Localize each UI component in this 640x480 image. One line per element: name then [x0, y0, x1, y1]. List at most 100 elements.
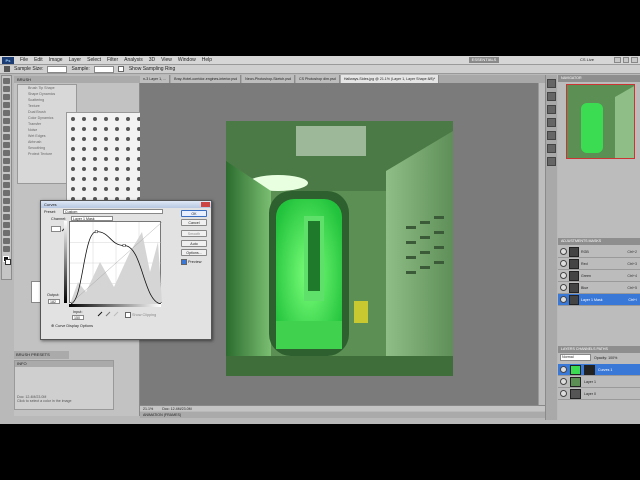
- brush-tip[interactable]: [126, 137, 130, 141]
- brush-tip[interactable]: [82, 127, 86, 131]
- gradient-tool-icon[interactable]: [3, 166, 10, 172]
- menu-item-view[interactable]: View: [161, 57, 172, 63]
- brush-tip[interactable]: [82, 137, 86, 141]
- brush-tip[interactable]: [71, 117, 75, 121]
- brush-tip[interactable]: [104, 137, 108, 141]
- brush-tip[interactable]: [126, 167, 130, 171]
- layer-row[interactable]: Layer 1: [558, 376, 640, 388]
- brush-tab[interactable]: BRUSH: [14, 76, 140, 83]
- brush-tip[interactable]: [104, 167, 108, 171]
- preset-select[interactable]: Custom: [63, 209, 163, 214]
- brush-tip[interactable]: [93, 167, 97, 171]
- curve-control-point[interactable]: [94, 230, 98, 234]
- visibility-eye-icon[interactable]: [560, 248, 567, 255]
- layer-row[interactable]: Layer 0: [558, 388, 640, 400]
- brush-tip[interactable]: [115, 147, 119, 151]
- gray-point-eyedropper-icon[interactable]: [105, 311, 111, 317]
- brush-tip[interactable]: [71, 167, 75, 171]
- document-tab[interactable]: n-3 Layer 1, ...: [140, 75, 171, 83]
- brush-tip-grid[interactable]: [66, 112, 151, 212]
- document-tab[interactable]: Hallways-Sides.jpg @ 21.1% (Layer 1, Lay…: [340, 75, 440, 83]
- brush-tip[interactable]: [126, 147, 130, 151]
- menu-item-layer[interactable]: Layer: [69, 57, 82, 63]
- brush-tip[interactable]: [115, 177, 119, 181]
- brush-tip[interactable]: [93, 137, 97, 141]
- color-panel-icon[interactable]: [547, 157, 556, 166]
- curve-tool-icon[interactable]: [51, 226, 61, 232]
- adjustments-tabs[interactable]: ADJUSTMENTS MASKS: [558, 238, 640, 245]
- clone-stamp-tool-icon[interactable]: [3, 142, 10, 148]
- menu-item-edit[interactable]: Edit: [34, 57, 43, 63]
- brush-tool-icon[interactable]: [3, 134, 10, 140]
- shape-tool-icon[interactable]: [3, 214, 10, 220]
- sample-select[interactable]: [93, 65, 114, 73]
- cs-live-button[interactable]: CS Live: [580, 57, 610, 63]
- menu-item-help[interactable]: Help: [202, 57, 212, 63]
- brush-tip[interactable]: [104, 157, 108, 161]
- visibility-eye-icon[interactable]: [560, 390, 567, 397]
- visibility-eye-icon[interactable]: [560, 260, 567, 267]
- move-tool-icon[interactable]: [3, 78, 10, 84]
- healing-tool-icon[interactable]: [3, 126, 10, 132]
- brush-tip[interactable]: [71, 147, 75, 151]
- marquee-tool-icon[interactable]: [3, 86, 10, 92]
- visibility-eye-icon[interactable]: [560, 296, 567, 303]
- layer-mask-thumbnail[interactable]: [584, 364, 595, 375]
- opacity-field[interactable]: Opacity: 100%: [594, 356, 617, 360]
- zoom-tool-icon[interactable]: [3, 246, 10, 252]
- auto-button[interactable]: Auto: [181, 240, 207, 247]
- brush-tip[interactable]: [82, 177, 86, 181]
- smooth-button[interactable]: Smooth: [181, 230, 207, 237]
- swatches-panel-icon[interactable]: [547, 105, 556, 114]
- curve-graph[interactable]: [68, 221, 164, 306]
- output-field[interactable]: 182: [48, 299, 60, 304]
- navigator-thumbnail[interactable]: [566, 84, 635, 159]
- white-point-eyedropper-icon[interactable]: [113, 311, 119, 317]
- document-tab[interactable]: Bray-Hotel-corridor-engines-interior.psd: [171, 75, 242, 83]
- brush-tip[interactable]: [104, 117, 108, 121]
- tool-presets-panel-icon[interactable]: [547, 144, 556, 153]
- brush-tip[interactable]: [104, 147, 108, 151]
- channel-row[interactable]: RGB Ctrl+2: [558, 246, 640, 258]
- type-tool-icon[interactable]: [3, 198, 10, 204]
- path-select-tool-icon[interactable]: [3, 206, 10, 212]
- display-options-row[interactable]: ⊕ Curve Display Options: [51, 323, 93, 328]
- menu-item-select[interactable]: Select: [87, 57, 101, 63]
- history-panel-icon[interactable]: [547, 79, 556, 88]
- dodge-tool-icon[interactable]: [3, 182, 10, 188]
- brush-tip[interactable]: [115, 187, 119, 191]
- menu-item-filter[interactable]: Filter: [107, 57, 118, 63]
- document-canvas[interactable]: [226, 121, 453, 376]
- layers-tabs[interactable]: LAYERS CHANNELS PATHS: [558, 346, 640, 353]
- background-color-swatch[interactable]: [5, 259, 11, 265]
- black-point-eyedropper-icon[interactable]: [97, 311, 103, 317]
- brush-tip[interactable]: [93, 187, 97, 191]
- curve-control-point[interactable]: [122, 244, 126, 247]
- preview-checkbox[interactable]: [181, 259, 187, 265]
- brush-tip[interactable]: [82, 187, 86, 191]
- brush-tip[interactable]: [115, 167, 119, 171]
- layer-row[interactable]: Curves 1: [558, 364, 640, 376]
- brush-tip[interactable]: [71, 177, 75, 181]
- brush-tip[interactable]: [71, 187, 75, 191]
- menu-item-analysis[interactable]: Analysis: [124, 57, 143, 63]
- input-field[interactable]: 150: [72, 315, 84, 320]
- brush-tip[interactable]: [93, 117, 97, 121]
- character-panel-icon[interactable]: [547, 118, 556, 127]
- brush-tip[interactable]: [104, 127, 108, 131]
- brush-tip[interactable]: [71, 137, 75, 141]
- blend-mode-select[interactable]: Normal: [560, 354, 591, 361]
- menu-item-3d[interactable]: 3D: [149, 57, 155, 63]
- ok-button[interactable]: OK: [181, 210, 207, 217]
- close-button[interactable]: [631, 57, 639, 63]
- brush-tip[interactable]: [71, 157, 75, 161]
- blur-tool-icon[interactable]: [3, 174, 10, 180]
- brush-tip[interactable]: [82, 117, 86, 121]
- eyedropper-tool-icon[interactable]: [3, 118, 10, 124]
- channel-row[interactable]: Green Ctrl+4: [558, 270, 640, 282]
- brush-tip[interactable]: [126, 127, 130, 131]
- hand-tool-icon[interactable]: [3, 238, 10, 244]
- actions-panel-icon[interactable]: [547, 92, 556, 101]
- pen-tool-icon[interactable]: [3, 190, 10, 196]
- brush-tip[interactable]: [126, 177, 130, 181]
